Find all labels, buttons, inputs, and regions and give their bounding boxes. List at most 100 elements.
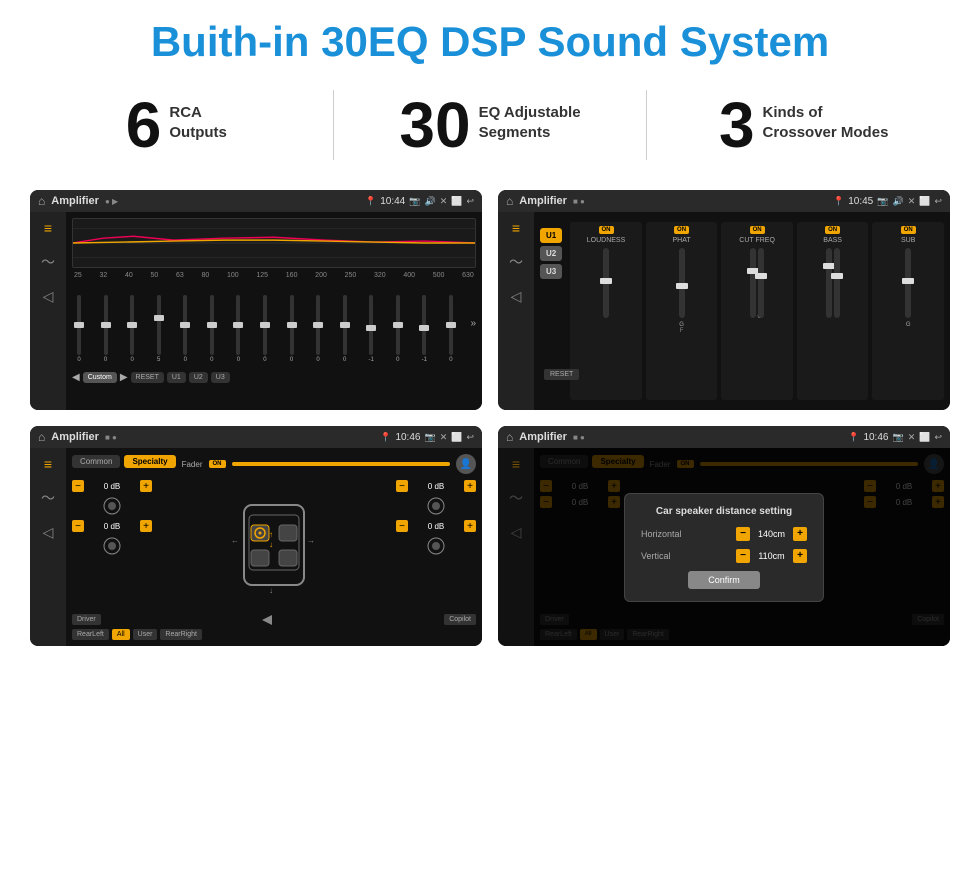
common-tab[interactable]: Common: [72, 455, 120, 468]
svg-text:←: ←: [231, 536, 239, 545]
eq-icon[interactable]: ≡: [44, 220, 52, 236]
next-preset-btn[interactable]: ▶: [120, 372, 128, 383]
home-icon-3[interactable]: ⌂: [38, 430, 45, 444]
back-icon-2[interactable]: ↩: [934, 196, 942, 207]
screen2-content: ≡ 〜 ◁ U1 U2 U3 ON LOUDNESS: [498, 212, 950, 410]
eq-slider-3[interactable]: 5: [152, 295, 166, 363]
eq-slider-1[interactable]: 0: [99, 295, 113, 363]
home-icon-2[interactable]: ⌂: [506, 194, 513, 208]
specialty-tab[interactable]: Specialty: [124, 455, 175, 468]
back-icon-3[interactable]: ↩: [466, 432, 474, 443]
eq-slider-7[interactable]: 0: [258, 295, 272, 363]
confirm-button[interactable]: Confirm: [688, 571, 760, 589]
eq-slider-4[interactable]: 0: [178, 295, 192, 363]
speaker-side-icon[interactable]: ◁: [43, 288, 54, 305]
cutfreq-slider-f[interactable]: [750, 248, 756, 318]
custom-btn[interactable]: Custom: [83, 372, 117, 383]
reset-btn-2[interactable]: RESET: [544, 369, 579, 380]
cutfreq-slider-g[interactable]: [758, 248, 764, 318]
bass-slider-f[interactable]: [826, 248, 832, 318]
home-icon-4[interactable]: ⌂: [506, 430, 513, 444]
driver-btn[interactable]: Driver: [72, 614, 101, 625]
phat-on-badge[interactable]: ON: [674, 226, 689, 234]
screen1-content: ≡ 〜 ◁: [30, 212, 482, 410]
screen-amp: ⌂ Amplifier ■ ● 📍 10:45 📷 🔊 ✕ ⬜ ↩ ≡ 〜 ◁ …: [498, 190, 950, 410]
stat-divider-1: [333, 90, 334, 160]
db-minus-3[interactable]: −: [396, 520, 408, 532]
bass-slider-g[interactable]: [834, 248, 840, 318]
avatar-icon[interactable]: 👤: [456, 454, 476, 474]
close-icon-4: ✕: [908, 432, 916, 443]
eq-slider-9[interactable]: 0: [311, 295, 325, 363]
loudness-slider[interactable]: [603, 248, 609, 318]
eq-slider-0[interactable]: 0: [72, 295, 86, 363]
scroll-right-icon[interactable]: »: [470, 318, 476, 329]
fader-on-badge[interactable]: ON: [209, 460, 226, 468]
cutfreq-on-badge[interactable]: ON: [750, 226, 765, 234]
close-icon-3: ✕: [440, 432, 448, 443]
fader-slider[interactable]: [232, 462, 451, 466]
screen3-sidebar: ≡ 〜 ◁: [30, 448, 66, 646]
rearright-btn[interactable]: RearRight: [160, 629, 202, 640]
speaker-side-icon-3[interactable]: ◁: [43, 524, 54, 541]
db-minus-2[interactable]: −: [396, 480, 408, 492]
eq-slider-11[interactable]: -1: [364, 295, 378, 363]
wave-icon-2[interactable]: 〜: [509, 252, 523, 272]
screen4-content: ≡ 〜 ◁ Common Specialty Fader ON 👤: [498, 448, 950, 646]
eq-slider-13[interactable]: -1: [417, 295, 431, 363]
stat-number-eq: 30: [399, 93, 470, 157]
spec-controls-area: − 0 dB + − 0 dB: [72, 480, 476, 610]
amp-channel-loudness: ON LOUDNESS: [570, 222, 642, 400]
copilot-btn[interactable]: Copilot: [444, 614, 476, 625]
db-minus-1[interactable]: −: [72, 520, 84, 532]
horizontal-plus-btn[interactable]: +: [793, 527, 807, 541]
home-icon-1[interactable]: ⌂: [38, 194, 45, 208]
back-icon-4[interactable]: ↩: [934, 432, 942, 443]
vertical-plus-btn[interactable]: +: [793, 549, 807, 563]
rearleft-btn[interactable]: RearLeft: [72, 629, 109, 640]
u1-btn[interactable]: U1: [167, 372, 186, 383]
db-plus-0[interactable]: +: [140, 480, 152, 492]
sub-on-badge[interactable]: ON: [901, 226, 916, 234]
db-plus-2[interactable]: +: [464, 480, 476, 492]
db-plus-1[interactable]: +: [140, 520, 152, 532]
vertical-minus-btn[interactable]: −: [736, 549, 750, 563]
distance-dialog: Car speaker distance setting Horizontal …: [624, 493, 824, 602]
close-icon-1: ✕: [440, 196, 448, 207]
back-icon-1[interactable]: ↩: [466, 196, 474, 207]
status-icons-2: 📍 10:45 📷 🔊 ✕ ⬜ ↩: [833, 196, 942, 207]
prev-preset-btn[interactable]: ◀: [72, 372, 80, 383]
all-btn[interactable]: All: [112, 629, 130, 640]
amp-channel-cutfreq: ON CUT FREQ F G: [721, 222, 793, 400]
eq-slider-5[interactable]: 0: [205, 295, 219, 363]
eq-slider-14[interactable]: 0: [444, 295, 458, 363]
u2-select-btn[interactable]: U2: [540, 246, 562, 261]
speaker-side-icon-2[interactable]: ◁: [511, 288, 522, 305]
horizontal-minus-btn[interactable]: −: [736, 527, 750, 541]
status-icons-4: 📍 10:46 📷 ✕ ⬜ ↩: [848, 432, 942, 443]
eq-slider-6[interactable]: 0: [231, 295, 245, 363]
db-plus-3[interactable]: +: [464, 520, 476, 532]
bass-on-badge[interactable]: ON: [825, 226, 840, 234]
eq-icon-3[interactable]: ≡: [44, 456, 52, 472]
eq-slider-8[interactable]: 0: [285, 295, 299, 363]
u1-select-btn[interactable]: U1: [540, 228, 562, 243]
amp-channel-sub: ON SUB G: [872, 222, 944, 400]
reset-btn-1[interactable]: RESET: [131, 372, 164, 383]
u2-btn[interactable]: U2: [189, 372, 208, 383]
db-minus-0[interactable]: −: [72, 480, 84, 492]
u3-select-btn[interactable]: U3: [540, 264, 562, 279]
phat-slider[interactable]: [679, 248, 685, 318]
dialog-horizontal-row: Horizontal − 140cm +: [641, 527, 807, 541]
screen2-title: Amplifier: [519, 195, 567, 207]
eq-icon-2[interactable]: ≡: [512, 220, 520, 236]
eq-slider-10[interactable]: 0: [338, 295, 352, 363]
eq-slider-12[interactable]: 0: [391, 295, 405, 363]
loudness-on-badge[interactable]: ON: [599, 226, 614, 234]
u3-btn[interactable]: U3: [211, 372, 230, 383]
wave-icon[interactable]: 〜: [41, 252, 55, 272]
sub-slider[interactable]: [905, 248, 911, 318]
wave-icon-3[interactable]: 〜: [41, 488, 55, 508]
user-btn[interactable]: User: [133, 629, 158, 640]
eq-slider-2[interactable]: 0: [125, 295, 139, 363]
